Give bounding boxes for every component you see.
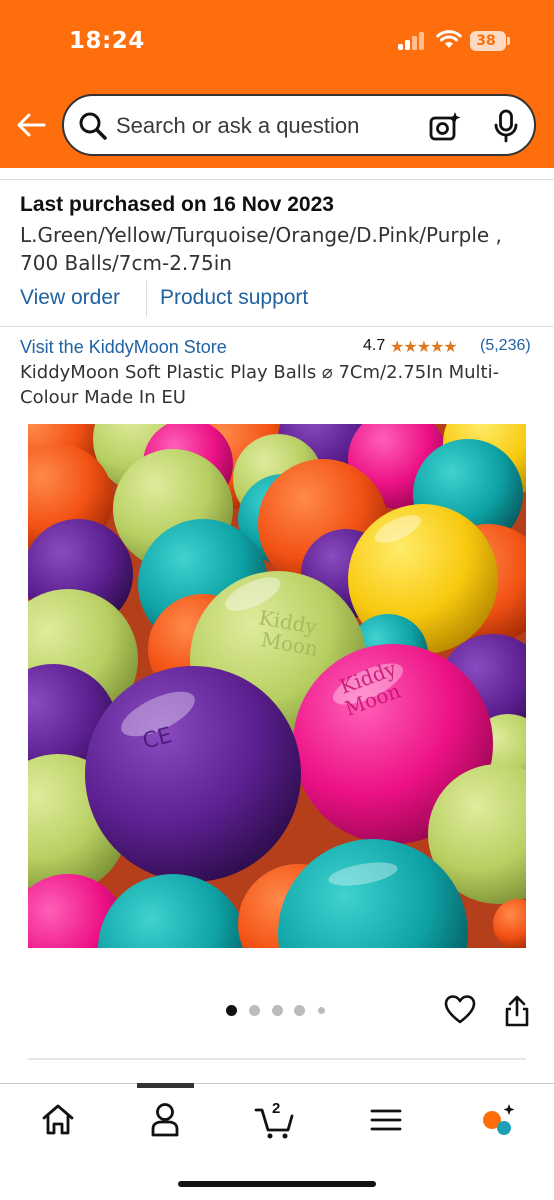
heart-icon[interactable] — [444, 994, 476, 1026]
product-title: KiddyMoon Soft Plastic Play Balls ⌀ 7Cm/… — [20, 362, 500, 408]
cart-count-badge: 2 — [272, 1100, 281, 1117]
section-divider — [0, 326, 554, 327]
signal-icon — [398, 32, 426, 50]
image-carousel-dots[interactable] — [226, 1004, 336, 1018]
last-purchased-label: Last purchased on 16 Nov 2023 — [20, 193, 334, 216]
play-balls-photo: Kiddy Moon Kiddy Moon CE — [28, 424, 526, 948]
carousel-dot[interactable] — [294, 1005, 305, 1016]
review-count-link[interactable]: (5,236) — [480, 337, 531, 355]
content-divider — [28, 1058, 526, 1060]
carousel-dot[interactable] — [318, 1007, 325, 1014]
back-arrow-icon[interactable] — [16, 112, 46, 138]
header-divider — [0, 168, 554, 180]
search-bar[interactable] — [62, 94, 536, 156]
nav-active-indicator — [137, 1083, 194, 1088]
rating-value[interactable]: 4.7 — [363, 337, 385, 355]
search-input[interactable] — [116, 106, 416, 146]
home-indicator — [178, 1181, 376, 1187]
store-link[interactable]: Visit the KiddyMoon Store — [20, 337, 227, 358]
status-time: 18:24 — [69, 28, 145, 54]
view-order-link[interactable]: View order — [20, 286, 120, 310]
purchased-variant: L.Green/Yellow/Turquoise/Orange/D.Pink/P… — [20, 223, 502, 275]
carousel-dot[interactable] — [226, 1005, 237, 1016]
search-icon — [79, 112, 107, 140]
wifi-icon — [436, 30, 462, 48]
battery-level: 38 — [476, 33, 496, 49]
carousel-dot[interactable] — [249, 1005, 260, 1016]
camera-lens-icon[interactable] — [428, 110, 462, 142]
link-divider — [146, 281, 147, 317]
microphone-icon[interactable] — [494, 109, 518, 143]
rufus-icon[interactable] — [478, 1100, 518, 1140]
star-rating-icon[interactable]: ★★★★★ — [390, 337, 458, 357]
product-support-link[interactable]: Product support — [160, 286, 308, 310]
battery-nub — [507, 37, 510, 45]
home-icon[interactable] — [38, 1100, 78, 1140]
menu-icon[interactable] — [366, 1100, 406, 1140]
share-icon[interactable] — [504, 994, 530, 1028]
carousel-dot[interactable] — [272, 1005, 283, 1016]
product-image[interactable]: Kiddy Moon Kiddy Moon CE — [28, 424, 526, 948]
account-icon[interactable] — [145, 1100, 185, 1140]
